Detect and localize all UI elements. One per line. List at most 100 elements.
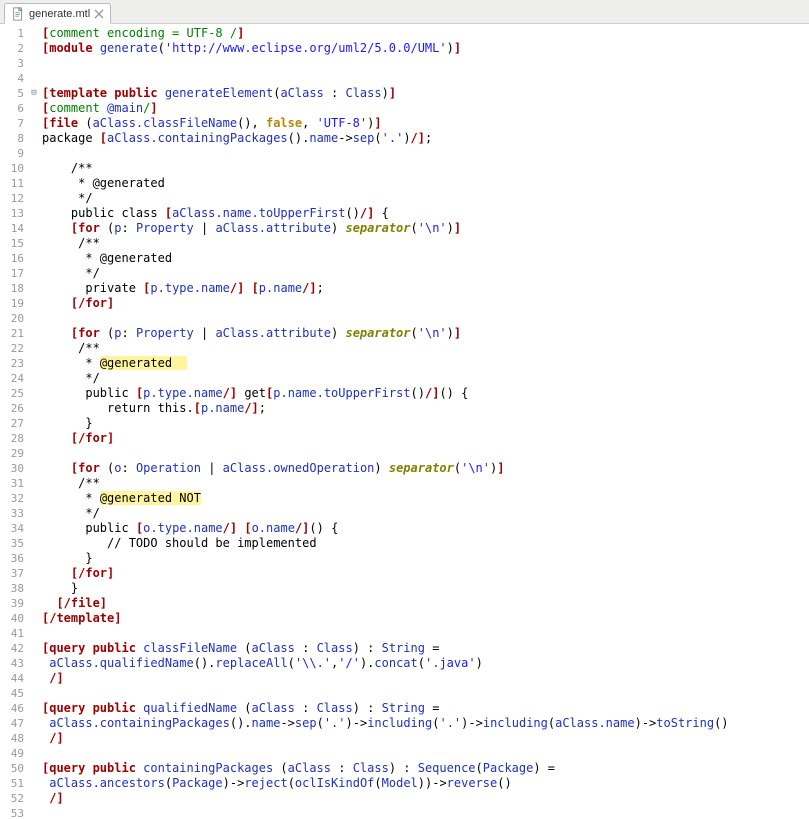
code-line[interactable]: [template public generateElement(aClass … [42,86,809,101]
code-token: ] [454,41,461,55]
code-line[interactable]: public [p.type.name/] get[p.name.toUpper… [42,386,809,401]
code-line[interactable]: } [42,581,809,596]
code-token: aClass.containingPackages [107,131,288,145]
code-editor[interactable]: 1234567891011121314151617181920212223242… [0,24,809,819]
code-line[interactable]: * @generated [42,251,809,266]
code-line[interactable] [42,806,809,819]
code-token: ( [78,116,92,130]
code-line[interactable]: */ [42,266,809,281]
code-line[interactable] [42,311,809,326]
code-token: p [114,326,121,340]
code-line[interactable]: private [p.type.name/] [p.name/]; [42,281,809,296]
code-line[interactable]: [module generate('http://www.eclipse.org… [42,41,809,56]
code-line[interactable]: // TODO should be implemented [42,536,809,551]
code-line[interactable]: * @generated [42,356,809,371]
code-token: [query public [42,641,136,655]
code-line[interactable] [42,146,809,161]
editor-tab[interactable]: generate.mtl [4,3,111,24]
line-number: 1 [0,26,24,41]
code-token: '\n' [461,461,490,475]
code-line[interactable]: [comment @main/] [42,101,809,116]
code-line[interactable]: /] [42,671,809,686]
code-token: separator [345,326,410,340]
code-line[interactable]: /] [42,731,809,746]
code-line[interactable]: [file (aClass.classFileName(), false, 'U… [42,116,809,131]
code-line[interactable] [42,746,809,761]
code-line[interactable]: [for (o: Operation | aClass.ownedOperati… [42,461,809,476]
code-line[interactable]: aClass.qualifiedName().replaceAll('\\.',… [42,656,809,671]
code-token: ( [273,761,287,775]
fold-marker [28,761,40,776]
fold-marker [28,551,40,566]
code-token: Package [172,776,223,790]
code-line[interactable]: [query public qualifiedName (aClass : Cl… [42,701,809,716]
code-token: ( [100,461,114,475]
code-line[interactable] [42,686,809,701]
code-line[interactable] [42,56,809,71]
code-line[interactable]: [comment encoding = UTF-8 /] [42,26,809,41]
code-token: /] [49,731,63,745]
code-line[interactable]: /] [42,791,809,806]
code-line[interactable]: package [aClass.containingPackages().nam… [42,131,809,146]
code-line[interactable]: /** [42,476,809,491]
code-token: ] [454,221,461,235]
line-number: 7 [0,116,24,131]
code-line[interactable]: aClass.ancestors(Package)->reject(oclIsK… [42,776,809,791]
fold-marker[interactable]: ⊟ [28,86,40,101]
code-line[interactable]: /** [42,161,809,176]
code-line[interactable]: * @generated [42,176,809,191]
code-line[interactable]: /** [42,236,809,251]
code-line[interactable]: return this.[p.name/]; [42,401,809,416]
code-line[interactable] [42,626,809,641]
code-line[interactable]: [/for] [42,296,809,311]
code-line[interactable]: /** [42,341,809,356]
code-token: sep [353,131,375,145]
code-line[interactable]: [query public classFileName (aClass : Cl… [42,641,809,656]
fold-marker [28,671,40,686]
fold-marker [28,191,40,206]
code-line[interactable]: * @generated NOT [42,491,809,506]
code-token: String [382,701,425,715]
fold-marker [28,431,40,446]
line-number: 22 [0,341,24,356]
code-token: * @generated [78,251,172,265]
code-line[interactable]: public class [aClass.name.toUpperFirst()… [42,206,809,221]
code-line[interactable]: */ [42,506,809,521]
code-line[interactable]: */ [42,371,809,386]
code-token: aClass [288,761,331,775]
code-line[interactable]: [for (p: Property | aClass.attribute) se… [42,221,809,236]
code-line[interactable]: } [42,416,809,431]
code-token: */ [71,191,93,205]
file-icon [11,7,25,21]
fold-marker [28,101,40,116]
code-token: [ [165,206,172,220]
code-token: [file [42,116,78,130]
code-line[interactable]: [/template] [42,611,809,626]
code-token: replaceAll [215,656,287,670]
code-token: Class [317,641,353,655]
code-token: /] [244,401,258,415]
code-line[interactable]: [/for] [42,431,809,446]
line-number: 31 [0,476,24,491]
fold-marker [28,641,40,656]
code-token: * [78,491,100,505]
code-line[interactable] [42,446,809,461]
code-token: ( [237,701,251,715]
code-line[interactable]: [/for] [42,566,809,581]
code-line[interactable] [42,71,809,86]
code-line[interactable]: public [o.type.name/] [o.name/]() { [42,521,809,536]
code-area[interactable]: [comment encoding = UTF-8 /][module gene… [40,24,809,819]
code-token: | [194,326,216,340]
code-line[interactable]: [for (p: Property | aClass.attribute) se… [42,326,809,341]
code-line[interactable]: [/file] [42,596,809,611]
code-token: ( [317,716,324,730]
close-icon[interactable] [94,9,104,19]
code-line[interactable]: aClass.containingPackages().name->sep('.… [42,716,809,731]
code-token: ] [237,26,244,40]
code-line[interactable]: } [42,551,809,566]
code-line[interactable]: [query public containingPackages (aClass… [42,761,809,776]
code-token: ( [158,41,165,55]
line-number: 5 [0,86,24,101]
code-token: /] [49,791,63,805]
code-line[interactable]: */ [42,191,809,206]
